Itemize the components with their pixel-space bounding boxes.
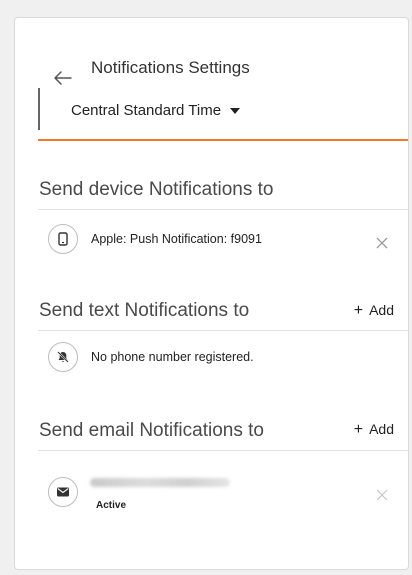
arrow-left-icon xyxy=(54,71,72,85)
email-address-redacted xyxy=(90,478,230,487)
close-icon xyxy=(376,489,388,501)
remove-email-button[interactable] xyxy=(376,488,388,501)
caret-down-icon xyxy=(230,107,241,114)
phone-empty-text: No phone number registered. xyxy=(91,350,254,364)
email-item: Active xyxy=(38,463,408,513)
add-email-label: Add xyxy=(369,421,394,437)
close-icon xyxy=(376,237,388,249)
add-phone-label: Add xyxy=(369,302,394,318)
header-accent-bar xyxy=(38,88,40,130)
email-section-divider xyxy=(38,450,408,451)
phone-empty-row: No phone number registered. xyxy=(38,340,408,376)
device-section-title: Send device Notifications to xyxy=(39,179,274,200)
add-email-button[interactable]: + Add xyxy=(354,421,394,439)
add-phone-button[interactable]: + Add xyxy=(354,302,394,320)
text-section-title: Send text Notifications to xyxy=(39,300,250,321)
mobile-device-icon xyxy=(48,224,78,254)
plus-icon: + xyxy=(353,302,364,319)
email-section-title: Send email Notifications to xyxy=(39,420,264,441)
back-button[interactable] xyxy=(53,68,73,88)
timezone-label: Central Standard Time xyxy=(71,102,222,119)
device-section-divider xyxy=(38,209,408,210)
bell-off-icon xyxy=(48,342,78,372)
device-item-label: Apple: Push Notification: f9091 xyxy=(91,232,262,246)
page-title: Notifications Settings xyxy=(91,58,250,77)
header-divider xyxy=(38,139,408,141)
timezone-dropdown[interactable]: Central Standard Time xyxy=(71,102,241,119)
plus-icon: + xyxy=(353,421,364,438)
notifications-card: Notifications Settings Central Standard … xyxy=(14,17,409,570)
header: Notifications Settings Central Standard … xyxy=(15,18,408,141)
device-item: Apple: Push Notification: f9091 xyxy=(38,222,408,258)
remove-device-button[interactable] xyxy=(376,236,388,249)
mail-icon xyxy=(48,477,78,507)
text-section-divider xyxy=(38,330,408,331)
email-status: Active xyxy=(96,500,127,511)
